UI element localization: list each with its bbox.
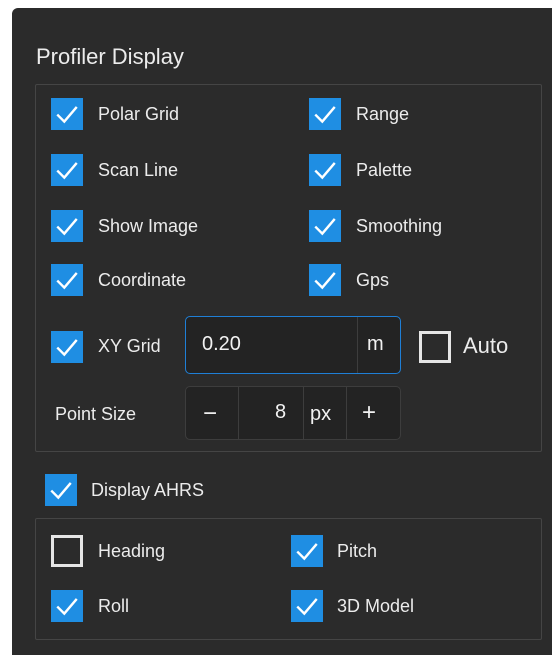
smoothing-label: Smoothing xyxy=(356,216,443,236)
spin-separator-1 xyxy=(238,387,239,439)
show-image-label: Show Image xyxy=(98,216,199,236)
checkmark-icon xyxy=(56,106,78,124)
heading-label: Heading xyxy=(98,541,166,561)
gps-checkbox[interactable] xyxy=(309,264,341,296)
3d-model-checkbox[interactable] xyxy=(291,590,323,622)
xy-grid-checkbox[interactable] xyxy=(51,331,83,363)
3d-model-label: 3D Model xyxy=(337,596,415,616)
checkmark-icon xyxy=(314,218,336,236)
checkmark-icon xyxy=(314,272,336,290)
range-checkbox[interactable] xyxy=(309,98,341,130)
checkmark-icon xyxy=(314,106,336,124)
checkmark-icon xyxy=(56,162,78,180)
xy-grid-value[interactable]: 0.20 xyxy=(202,333,241,356)
point-size-value[interactable]: 8 xyxy=(275,401,286,424)
point-size-increment-button[interactable]: + xyxy=(362,399,376,427)
polar-grid-checkbox[interactable] xyxy=(51,98,83,130)
roll-checkbox[interactable] xyxy=(51,590,83,622)
polar-grid-label: Polar Grid xyxy=(98,104,180,124)
palette-checkbox[interactable] xyxy=(309,154,341,186)
pitch-checkbox[interactable] xyxy=(291,535,323,567)
checkmark-icon xyxy=(50,482,72,500)
auto-label: Auto xyxy=(463,333,509,358)
spin-separator-2 xyxy=(303,387,304,439)
range-label: Range xyxy=(356,104,410,124)
checkmark-icon xyxy=(56,598,78,616)
display-ahrs-checkbox[interactable] xyxy=(45,474,77,506)
gps-label: Gps xyxy=(356,270,390,290)
pitch-label: Pitch xyxy=(337,541,378,561)
coordinate-checkbox[interactable] xyxy=(51,264,83,296)
checkmark-icon xyxy=(56,272,78,290)
point-size-unit: px xyxy=(310,403,332,425)
roll-label: Roll xyxy=(98,596,130,616)
checkmark-icon xyxy=(56,218,78,236)
display-ahrs-label: Display AHRS xyxy=(91,480,205,500)
show-image-checkbox[interactable] xyxy=(51,210,83,242)
checkmark-icon xyxy=(296,543,318,561)
point-size-decrement-button[interactable]: − xyxy=(203,400,217,428)
xy-grid-separator xyxy=(357,317,358,373)
checkmark-icon xyxy=(296,598,318,616)
xy-grid-label: XY Grid xyxy=(98,336,161,356)
auto-checkbox[interactable] xyxy=(419,331,451,363)
checkmark-icon xyxy=(56,339,78,357)
coordinate-label: Coordinate xyxy=(98,270,187,290)
palette-label: Palette xyxy=(356,160,413,180)
checkmark-icon xyxy=(314,162,336,180)
scan-line-label: Scan Line xyxy=(98,160,179,180)
spin-separator-3 xyxy=(346,387,347,439)
profiler-display-title: Profiler Display xyxy=(36,44,184,69)
scan-line-checkbox[interactable] xyxy=(51,154,83,186)
point-size-label: Point Size xyxy=(55,404,137,424)
ahrs-group xyxy=(35,518,542,640)
xy-grid-unit: m xyxy=(367,333,384,355)
smoothing-checkbox[interactable] xyxy=(309,210,341,242)
heading-checkbox[interactable] xyxy=(51,535,83,567)
